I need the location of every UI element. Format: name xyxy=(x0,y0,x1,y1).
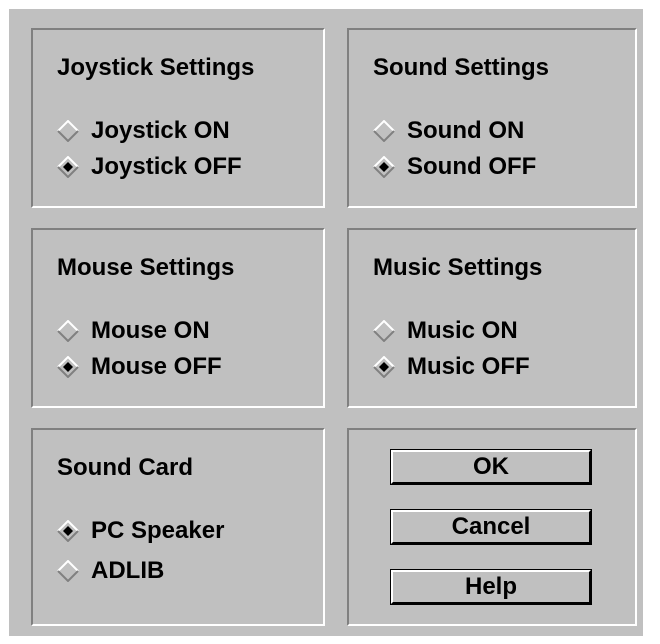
music-off-label: Music OFF xyxy=(407,353,530,380)
music-settings-panel: Music Settings Music ON Music OFF xyxy=(347,228,637,408)
mouse-settings-title: Mouse Settings xyxy=(57,254,235,281)
radio-selected-icon[interactable] xyxy=(57,156,79,178)
radio-icon[interactable] xyxy=(57,320,79,342)
ok-button[interactable]: OK xyxy=(390,449,592,485)
diamond-icon xyxy=(373,120,395,142)
help-button[interactable]: Help xyxy=(390,569,592,605)
diamond-icon xyxy=(57,320,79,342)
mouse-off-option[interactable]: Mouse OFF xyxy=(57,350,222,384)
settings-dialog: Joystick Settings Joystick ON Joystick O… xyxy=(9,9,643,636)
radio-icon[interactable] xyxy=(373,120,395,142)
buttons-panel: OK Cancel Help xyxy=(347,428,637,626)
music-off-option[interactable]: Music OFF xyxy=(373,350,530,384)
mouse-on-label: Mouse ON xyxy=(91,317,210,344)
diamond-icon xyxy=(57,120,79,142)
selected-diamond-icon xyxy=(373,156,395,178)
music-on-label: Music ON xyxy=(407,317,518,344)
adlib-label: ADLIB xyxy=(91,557,165,584)
adlib-option[interactable]: ADLIB xyxy=(57,554,164,588)
sound-card-panel: Sound Card PC Speaker ADLIB xyxy=(31,428,325,626)
pc-speaker-option[interactable]: PC Speaker xyxy=(57,514,224,548)
pc-speaker-label: PC Speaker xyxy=(91,517,225,544)
joystick-on-label: Joystick ON xyxy=(91,117,230,144)
sound-off-label: Sound OFF xyxy=(407,153,537,180)
joystick-settings-panel: Joystick Settings Joystick ON Joystick O… xyxy=(31,28,325,208)
sound-on-label: Sound ON xyxy=(407,117,525,144)
joystick-settings-title: Joystick Settings xyxy=(57,54,255,81)
sound-settings-panel: Sound Settings Sound ON Sound OFF xyxy=(347,28,637,208)
radio-selected-icon[interactable] xyxy=(373,156,395,178)
radio-selected-icon[interactable] xyxy=(373,356,395,378)
music-on-option[interactable]: Music ON xyxy=(373,314,518,348)
selected-diamond-icon xyxy=(57,356,79,378)
selected-diamond-icon xyxy=(57,520,79,542)
radio-selected-icon[interactable] xyxy=(57,356,79,378)
mouse-off-label: Mouse OFF xyxy=(91,353,222,380)
selected-diamond-icon xyxy=(57,156,79,178)
sound-card-title: Sound Card xyxy=(57,454,193,481)
mouse-on-option[interactable]: Mouse ON xyxy=(57,314,210,348)
cancel-button[interactable]: Cancel xyxy=(390,509,592,545)
sound-on-option[interactable]: Sound ON xyxy=(373,114,524,148)
joystick-off-label: Joystick OFF xyxy=(91,153,242,180)
sound-settings-title: Sound Settings xyxy=(373,54,549,81)
radio-selected-icon[interactable] xyxy=(57,520,79,542)
radio-icon[interactable] xyxy=(57,120,79,142)
diamond-icon xyxy=(57,560,79,582)
selected-diamond-icon xyxy=(373,356,395,378)
sound-off-option[interactable]: Sound OFF xyxy=(373,150,536,184)
joystick-on-option[interactable]: Joystick ON xyxy=(57,114,230,148)
music-settings-title: Music Settings xyxy=(373,254,543,281)
joystick-off-option[interactable]: Joystick OFF xyxy=(57,150,242,184)
diamond-icon xyxy=(373,320,395,342)
radio-icon[interactable] xyxy=(57,560,79,582)
mouse-settings-panel: Mouse Settings Mouse ON Mouse OFF xyxy=(31,228,325,408)
radio-icon[interactable] xyxy=(373,320,395,342)
